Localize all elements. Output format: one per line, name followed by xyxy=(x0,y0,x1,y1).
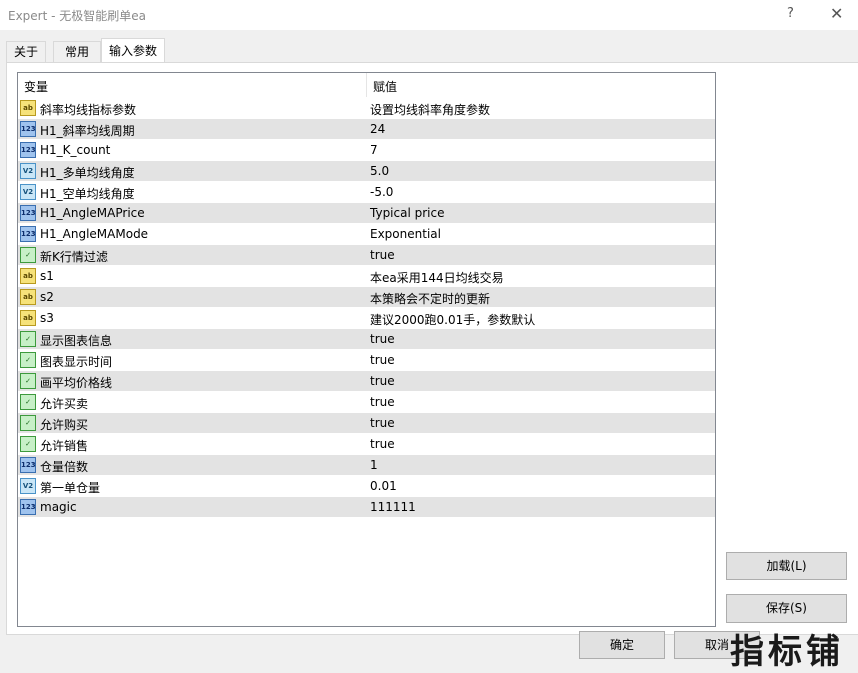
parameter-row[interactable]: ✓ 允许销售 true xyxy=(18,434,715,455)
parameters-grid: 变量 赋值 ab 斜率均线指标参数 设置均线斜率角度参数 123 H1_斜率均线周期 24… xyxy=(17,72,716,627)
parameter-value[interactable]: true xyxy=(370,332,395,346)
parameter-value[interactable]: true xyxy=(370,353,395,367)
grid-header: 变量 赋值 xyxy=(18,73,715,97)
enum-type-icon: 123 xyxy=(20,205,36,221)
parameter-name: H1_K_count xyxy=(40,143,111,157)
parameter-name: 第一单仓量 xyxy=(40,481,101,495)
parameter-rows: ab 斜率均线指标参数 设置均线斜率角度参数 123 H1_斜率均线周期 24 123 H1_… xyxy=(18,98,715,518)
parameter-name: 图表显示时间 xyxy=(40,355,113,369)
tab-about[interactable]: 关于 xyxy=(6,41,46,63)
parameter-value[interactable]: 24 xyxy=(370,122,385,136)
enum-type-icon: 123 xyxy=(20,226,36,242)
bool-type-icon: ✓ xyxy=(20,373,36,389)
parameter-row[interactable]: ✓ 新K行情过滤 true xyxy=(18,245,715,266)
help-icon[interactable]: ? xyxy=(787,6,794,21)
parameter-name: 允许销售 xyxy=(40,439,89,453)
parameter-row[interactable]: 123 H1_K_count 7 xyxy=(18,140,715,161)
bool-type-icon: ✓ xyxy=(20,247,36,263)
num-type-icon: 123 xyxy=(20,457,36,473)
tab-inputs[interactable]: 输入参数 xyxy=(101,38,165,64)
parameter-name: s3 xyxy=(40,311,54,325)
parameter-value[interactable]: true xyxy=(370,437,395,451)
title-bar: Expert - 无极智能刷单ea ? ✕ xyxy=(0,0,858,30)
num-type-icon: 123 xyxy=(20,142,36,158)
parameter-row[interactable]: ab s3 建议2000跑0.01手，参数默认 xyxy=(18,308,715,329)
parameter-row[interactable]: ab s2 本策略会不定时的更新 xyxy=(18,287,715,308)
close-icon[interactable]: ✕ xyxy=(830,4,843,23)
parameter-row[interactable]: V2 H1_空单均线角度 -5.0 xyxy=(18,182,715,203)
bool-type-icon: ✓ xyxy=(20,415,36,431)
parameter-name: 允许购买 xyxy=(40,418,89,432)
parameter-name: s1 xyxy=(40,269,54,283)
parameter-value[interactable]: 建议2000跑0.01手，参数默认 xyxy=(370,311,535,328)
ab-type-icon: ab xyxy=(20,310,36,326)
bool-type-icon: ✓ xyxy=(20,352,36,368)
real-type-icon: V2 xyxy=(20,478,36,494)
parameter-value[interactable]: Typical price xyxy=(370,206,444,220)
parameter-name: magic xyxy=(40,500,77,514)
ab-type-icon: ab xyxy=(20,100,36,116)
parameter-row[interactable]: 123 仓量倍数 1 xyxy=(18,455,715,476)
parameter-row[interactable]: ✓ 允许买卖 true xyxy=(18,392,715,413)
parameter-name: H1_空单均线角度 xyxy=(40,187,135,201)
parameter-name: 仓量倍数 xyxy=(40,460,89,474)
parameter-row[interactable]: ab s1 本ea采用144日均线交易 xyxy=(18,266,715,287)
parameter-row[interactable]: ✓ 图表显示时间 true xyxy=(18,350,715,371)
real-type-icon: V2 xyxy=(20,184,36,200)
bool-type-icon: ✓ xyxy=(20,436,36,452)
column-divider[interactable] xyxy=(366,73,367,97)
parameter-name: H1_AngleMAMode xyxy=(40,227,149,241)
parameter-name: H1_AngleMAPrice xyxy=(40,206,145,220)
parameter-name: 显示图表信息 xyxy=(40,334,113,348)
parameter-value[interactable]: 本ea采用144日均线交易 xyxy=(370,269,504,286)
parameter-value[interactable]: Exponential xyxy=(370,227,441,241)
parameter-value[interactable]: -5.0 xyxy=(370,185,393,199)
parameter-row[interactable]: ✓ 显示图表信息 true xyxy=(18,329,715,350)
num-type-icon: 123 xyxy=(20,121,36,137)
parameter-value[interactable]: true xyxy=(370,248,395,262)
parameter-row[interactable]: V2 H1_多单均线角度 5.0 xyxy=(18,161,715,182)
parameter-row[interactable]: ab 斜率均线指标参数 设置均线斜率角度参数 xyxy=(18,98,715,119)
parameter-row[interactable]: 123 magic 111111 xyxy=(18,497,715,518)
parameter-value[interactable]: 5.0 xyxy=(370,164,389,178)
parameter-name: 新K行情过滤 xyxy=(40,250,108,264)
real-type-icon: V2 xyxy=(20,163,36,179)
parameter-row[interactable]: 123 H1_AngleMAMode Exponential xyxy=(18,224,715,245)
bool-type-icon: ✓ xyxy=(20,394,36,410)
parameter-name: 斜率均线指标参数 xyxy=(40,103,137,117)
parameter-value[interactable]: true xyxy=(370,395,395,409)
tab-common[interactable]: 常用 xyxy=(53,41,101,63)
parameter-value[interactable]: true xyxy=(370,374,395,388)
parameter-name: H1_多单均线角度 xyxy=(40,166,135,180)
parameter-value[interactable]: 111111 xyxy=(370,500,416,514)
parameter-value[interactable]: 本策略会不定时的更新 xyxy=(370,290,490,307)
num-type-icon: 123 xyxy=(20,499,36,515)
parameter-row[interactable]: ✓ 画平均价格线 true xyxy=(18,371,715,392)
parameter-value[interactable]: 设置均线斜率角度参数 xyxy=(370,101,490,118)
parameter-row[interactable]: V2 第一单仓量 0.01 xyxy=(18,476,715,497)
parameter-name: 允许买卖 xyxy=(40,397,89,411)
parameter-name: H1_斜率均线周期 xyxy=(40,124,135,138)
load-button[interactable]: 加载(L) xyxy=(726,552,847,580)
parameter-value[interactable]: 1 xyxy=(370,458,378,472)
bool-type-icon: ✓ xyxy=(20,331,36,347)
save-button[interactable]: 保存(S) xyxy=(726,594,847,623)
window-title: Expert - 无极智能刷单ea xyxy=(8,9,147,23)
parameter-row[interactable]: ✓ 允许购买 true xyxy=(18,413,715,434)
watermark-logo: 指标铺 xyxy=(730,632,844,672)
parameter-name: 画平均价格线 xyxy=(40,376,113,390)
parameter-row[interactable]: 123 H1_斜率均线周期 24 xyxy=(18,119,715,140)
column-header-variable[interactable]: 变量 xyxy=(24,78,48,95)
ab-type-icon: ab xyxy=(20,268,36,284)
parameter-row[interactable]: 123 H1_AngleMAPrice Typical price xyxy=(18,203,715,224)
ab-type-icon: ab xyxy=(20,289,36,305)
parameter-value[interactable]: 7 xyxy=(370,143,378,157)
ok-button[interactable]: 确定 xyxy=(579,631,665,659)
parameter-value[interactable]: true xyxy=(370,416,395,430)
parameter-value[interactable]: 0.01 xyxy=(370,479,397,493)
column-header-value[interactable]: 赋值 xyxy=(373,78,397,95)
parameter-name: s2 xyxy=(40,290,54,304)
